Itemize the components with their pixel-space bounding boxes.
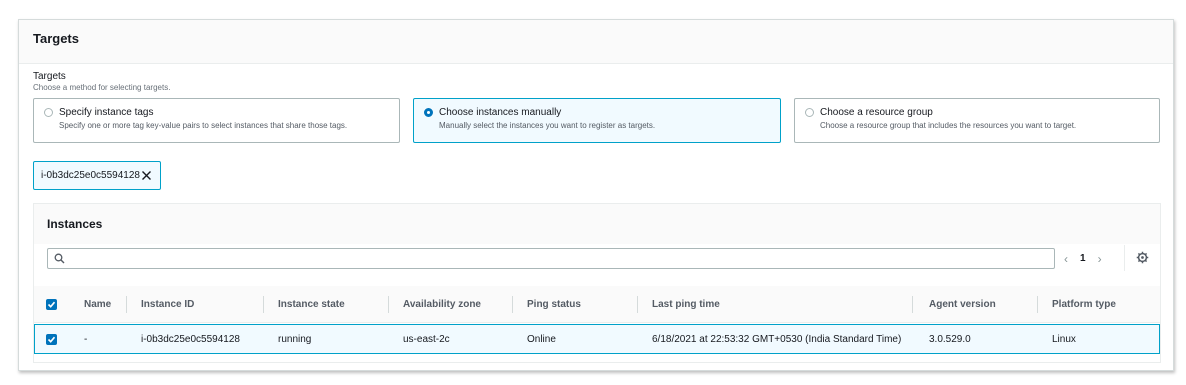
cell-last-ping-time: 6/18/2021 at 22:53:32 GMT+0530 (India St…	[652, 333, 902, 345]
pagination: ‹ 1 ›	[1064, 248, 1102, 269]
search-icon	[54, 253, 65, 264]
targets-panel: Targets Targets Choose a method for sele…	[18, 19, 1174, 371]
checkbox-checked-icon[interactable]	[46, 333, 57, 345]
option-choose-instances-manually[interactable]: Choose instances manually Manually selec…	[413, 98, 781, 143]
instances-header: Instances	[34, 204, 1160, 244]
column-header-availability-zone[interactable]: Availability zone	[403, 286, 481, 322]
option-description: Choose a resource group that includes th…	[820, 121, 1077, 130]
instances-title: Instances	[47, 217, 103, 231]
option-description: Manually select the instances you want t…	[439, 121, 656, 130]
cell-instance-state: running	[278, 333, 312, 345]
chevron-right-icon[interactable]: ›	[1098, 252, 1102, 266]
column-divider	[512, 296, 513, 313]
search-input[interactable]	[47, 248, 1055, 269]
instances-table-container: Instances ‹ 1 › Name Instance ID Instanc…	[33, 203, 1161, 363]
targets-field-label: Targets	[33, 71, 66, 82]
column-header-ping-status[interactable]: Ping status	[527, 286, 581, 322]
cell-name: -	[84, 333, 88, 345]
column-header-platform-type[interactable]: Platform type	[1052, 286, 1116, 322]
cell-availability-zone: us-east-2c	[403, 333, 450, 345]
option-specify-instance-tags[interactable]: Specify instance tags Specify one or mor…	[33, 98, 400, 143]
targets-field-description: Choose a method for selecting targets.	[33, 83, 171, 92]
option-description: Specify one or more tag key-value pairs …	[59, 121, 348, 130]
cell-platform-type: Linux	[1052, 333, 1076, 345]
page-number[interactable]: 1	[1080, 253, 1086, 264]
divider	[1124, 245, 1125, 271]
column-header-instance-state[interactable]: Instance state	[278, 286, 345, 322]
column-divider	[912, 296, 913, 313]
selected-instance-token: i-0b3dc25e0c5594128	[33, 161, 161, 190]
radio-button[interactable]	[44, 108, 53, 117]
column-divider	[263, 296, 264, 313]
radio-button-checked[interactable]	[424, 108, 433, 117]
row-checkbox[interactable]	[46, 325, 57, 353]
cell-instance-id: i-0b3dc25e0c5594128	[141, 333, 240, 345]
panel-title: Targets	[33, 31, 79, 46]
panel-header: Targets	[19, 20, 1173, 64]
column-divider	[388, 296, 389, 313]
table-row[interactable]: - i-0b3dc25e0c5594128 running us-east-2c…	[34, 324, 1160, 354]
option-title: Specify instance tags	[59, 107, 154, 118]
cell-ping-status: Online	[527, 333, 556, 345]
column-header-name[interactable]: Name	[84, 286, 111, 322]
radio-button[interactable]	[805, 108, 814, 117]
option-title: Choose a resource group	[820, 107, 933, 118]
column-divider	[1037, 296, 1038, 313]
table-header: Name Instance ID Instance state Availabi…	[34, 286, 1160, 323]
column-header-last-ping-time[interactable]: Last ping time	[652, 286, 720, 322]
chevron-left-icon[interactable]: ‹	[1064, 252, 1068, 266]
close-icon[interactable]	[141, 170, 152, 181]
column-header-agent-version[interactable]: Agent version	[929, 286, 996, 322]
select-all-checkbox[interactable]	[46, 286, 57, 322]
option-title: Choose instances manually	[439, 107, 562, 118]
column-header-instance-id[interactable]: Instance ID	[141, 286, 194, 322]
column-divider	[126, 296, 127, 313]
token-label: i-0b3dc25e0c5594128	[41, 170, 140, 181]
checkbox-checked-icon[interactable]	[46, 298, 57, 310]
cell-agent-version: 3.0.529.0	[929, 333, 971, 345]
option-choose-resource-group[interactable]: Choose a resource group Choose a resourc…	[794, 98, 1160, 143]
column-divider	[637, 296, 638, 313]
gear-icon[interactable]	[1136, 251, 1149, 264]
